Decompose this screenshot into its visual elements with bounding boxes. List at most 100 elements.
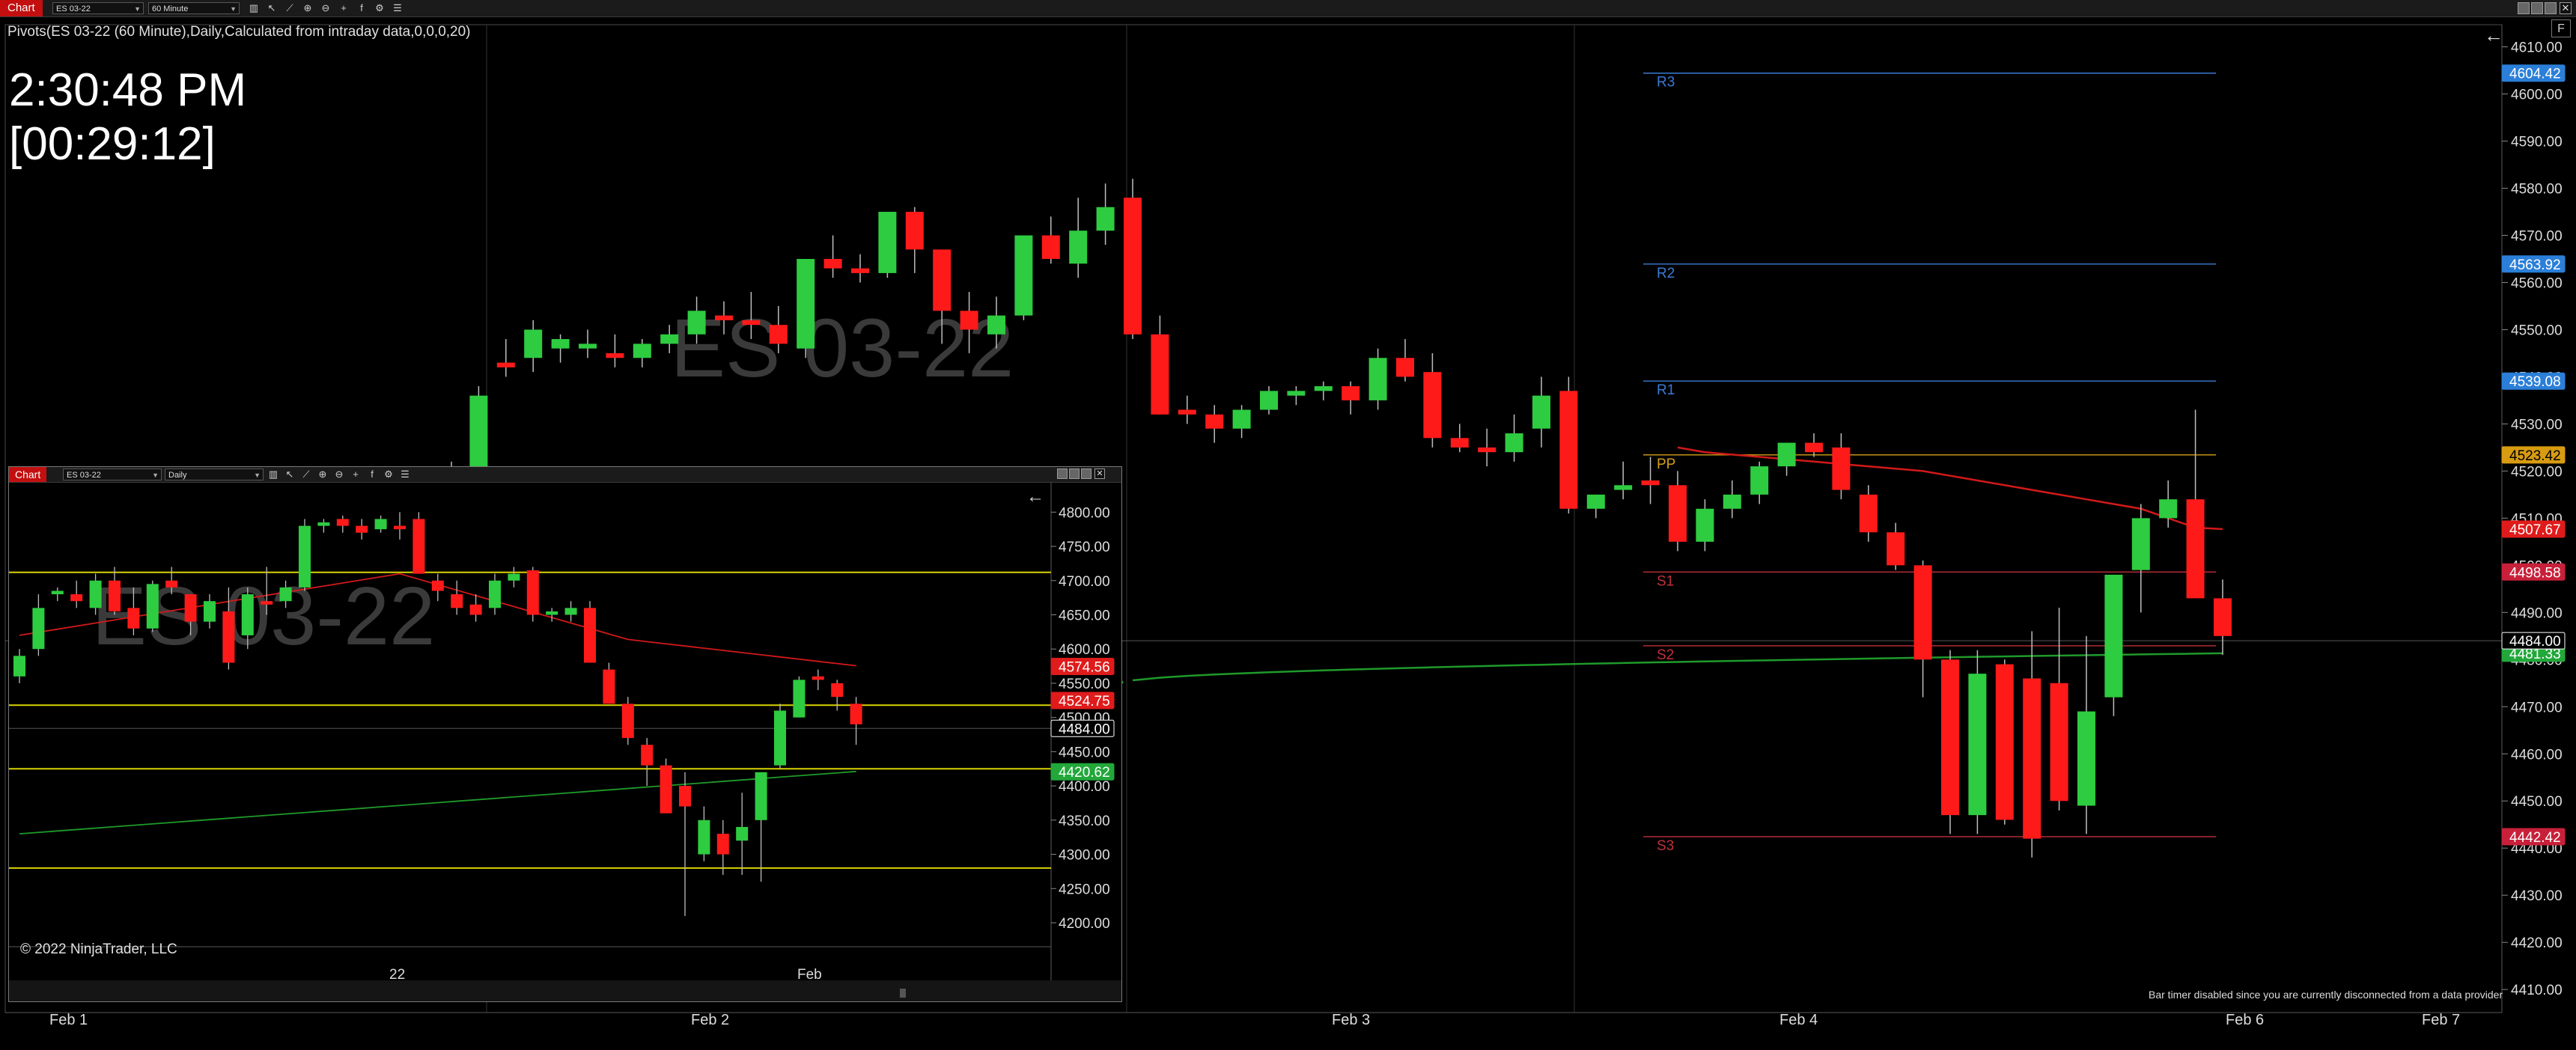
pivot-label-r2: R2	[1657, 266, 1675, 281]
inset-maximize-button[interactable]	[1069, 468, 1080, 479]
price-flag-label: 4523.42	[2509, 448, 2561, 464]
candle-body	[1723, 494, 1741, 509]
inset-chart-window[interactable]: Chart ES 03-22 ▼ Daily ▼ ▥ ↖ ⟋ ⊕ ⊖ + f ⚙ ☰ ✕ ES 03…	[8, 466, 1122, 1002]
candle-body	[2186, 499, 2205, 599]
candle-body	[1260, 391, 1278, 410]
cursor-icon[interactable]: ↖	[265, 1, 278, 15]
inset-candle-body	[51, 590, 64, 595]
candle-body	[1096, 207, 1115, 231]
chevron-down-icon: ▼	[152, 471, 159, 479]
inset-scrollbar	[9, 980, 1121, 1001]
draw-line-icon[interactable]: ⟋	[283, 1, 296, 15]
properties-icon[interactable]: ☰	[391, 1, 404, 15]
candle-body	[2023, 678, 2041, 839]
crosshair-icon[interactable]: +	[337, 1, 350, 15]
candle-body	[1805, 442, 1823, 453]
inset-price-flag-label: 4574.56	[1059, 659, 1110, 675]
function-button[interactable]: F	[2551, 19, 2571, 37]
inset-price-tick-label: 4600.00	[1059, 642, 1110, 658]
inset-chart-tab[interactable]: Chart	[9, 467, 47, 482]
inset-candle-body	[564, 608, 577, 615]
candle-body	[1641, 480, 1660, 486]
inset-price-tick-label: 4800.00	[1059, 505, 1110, 521]
bar-type-icon[interactable]: ▥	[247, 1, 261, 15]
crosshair-icon[interactable]: +	[349, 468, 362, 481]
inset-candle-body	[317, 522, 330, 526]
inset-close-button[interactable]: ✕	[1094, 468, 1105, 479]
indicators-icon[interactable]: f	[365, 468, 379, 481]
inset-candle-body	[32, 608, 45, 650]
chart-tab[interactable]: Chart	[0, 0, 43, 16]
strategies-icon[interactable]: ⚙	[373, 1, 386, 15]
bar-type-icon[interactable]: ▥	[267, 468, 280, 481]
candle-body	[687, 311, 706, 335]
inset-candle-body	[679, 786, 691, 807]
inset-candle-body	[736, 826, 749, 841]
inset-price-tick-label: 4450.00	[1059, 745, 1110, 760]
candle-body	[1941, 659, 1959, 816]
inset-candle-body	[204, 601, 216, 622]
inset-candle-body	[336, 519, 349, 526]
inset-candle-body	[831, 683, 844, 698]
candle-body	[1995, 664, 2014, 820]
zoom-in-icon[interactable]: ⊕	[301, 1, 314, 15]
inset-interval-selector[interactable]: Daily ▼	[165, 468, 264, 480]
chevron-down-icon: ▼	[254, 471, 261, 479]
minimize-button[interactable]	[2518, 2, 2530, 14]
price-tick-label: 4470.00	[2511, 700, 2563, 715]
price-tick-label: 4490.00	[2511, 605, 2563, 621]
candle-body	[496, 362, 515, 367]
inset-restore-button[interactable]	[1081, 468, 1091, 479]
candle-body	[606, 352, 624, 358]
inset-candle-body	[660, 765, 672, 814]
inset-candle-body	[812, 676, 824, 680]
maximize-button[interactable]	[2531, 2, 2543, 14]
candle-body	[1450, 438, 1469, 448]
price-tick-label: 4580.00	[2511, 182, 2563, 198]
interval-selector[interactable]: 60 Minute ▼	[148, 2, 240, 14]
inset-candle-body	[546, 611, 558, 615]
cursor-icon[interactable]: ↖	[283, 468, 296, 481]
back-arrow-icon[interactable]: ←	[2484, 24, 2503, 47]
inset-candle-body	[508, 573, 520, 581]
interval-label: 60 Minute	[152, 4, 189, 13]
indicators-icon[interactable]: f	[355, 1, 368, 15]
inset-candle-body	[89, 580, 102, 608]
draw-line-icon[interactable]: ⟋	[299, 468, 313, 481]
inset-back-arrow-icon[interactable]: ←	[1026, 486, 1044, 507]
price-tick-label: 4550.00	[2511, 323, 2563, 338]
pivot-label-r3: R3	[1657, 75, 1675, 91]
candle-body	[987, 315, 1005, 335]
inset-instrument-selector[interactable]: ES 03-22 ▼	[63, 468, 162, 480]
close-button[interactable]: ✕	[2560, 2, 2572, 14]
candle-body	[1750, 466, 1769, 495]
price-tick-label: 4520.00	[2511, 464, 2563, 480]
inset-candle-body	[165, 580, 178, 587]
price-tick-label: 4410.00	[2511, 983, 2563, 998]
inset-candle-body	[489, 580, 501, 608]
instrument-selector[interactable]: ES 03-22 ▼	[52, 2, 144, 14]
strategies-icon[interactable]: ⚙	[382, 468, 395, 481]
restore-button[interactable]	[2545, 2, 2557, 14]
bar-timer-display: [00:29:12]	[9, 118, 216, 170]
zoom-out-icon[interactable]: ⊖	[332, 468, 346, 481]
candle-body	[1041, 235, 1060, 259]
inset-chart[interactable]: ES 03-22 4200.00 4250.00 4300.00 4350.00 440…	[9, 483, 1121, 1001]
zoom-in-icon[interactable]: ⊕	[316, 468, 329, 481]
candle-body	[1368, 358, 1387, 400]
properties-icon[interactable]: ☰	[398, 468, 412, 481]
inset-candle-body	[374, 519, 387, 530]
candle-body	[1205, 414, 1224, 429]
inset-price-tick-label: 4550.00	[1059, 677, 1110, 692]
status-note: Bar timer disabled since you are current…	[2149, 989, 2503, 1001]
inset-instrument-label: ES 03-22	[67, 471, 101, 480]
price-flag-label: 4484.00	[2509, 634, 2561, 650]
zoom-out-icon[interactable]: ⊖	[319, 1, 332, 15]
inset-minimize-button[interactable]	[1057, 468, 1068, 479]
inset-watermark: ES 03-22	[92, 570, 436, 662]
inset-candle-body	[526, 570, 539, 615]
inset-price-tick-label: 4300.00	[1059, 848, 1110, 864]
candle-body	[1913, 565, 1932, 660]
candle-body	[1014, 235, 1033, 316]
candle-body	[1777, 442, 1796, 467]
